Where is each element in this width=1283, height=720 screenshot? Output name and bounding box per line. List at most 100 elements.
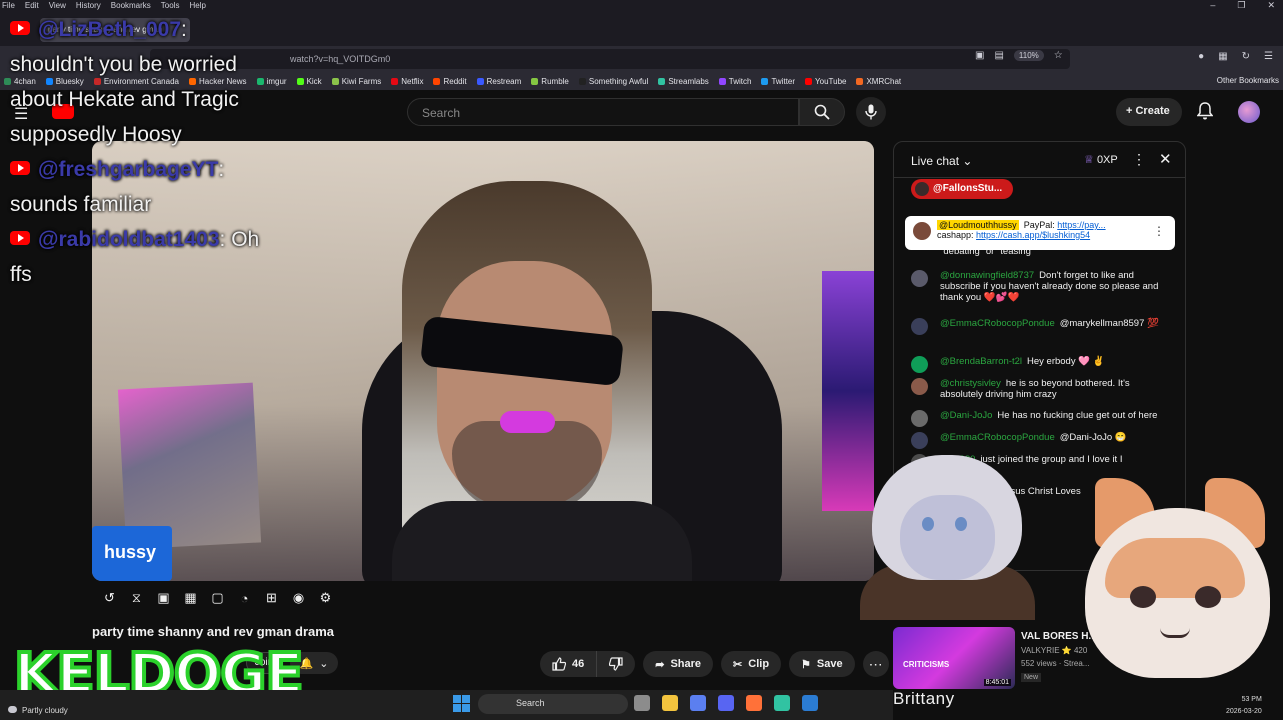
picture-in-picture-icon[interactable]: ▣ bbox=[975, 50, 984, 61]
notifications-button[interactable] bbox=[1196, 102, 1214, 125]
taskbar-search[interactable]: Search bbox=[478, 694, 628, 714]
live-chat-title[interactable]: Live chat ⌄ bbox=[911, 154, 972, 168]
reader-view-icon[interactable]: ▤ bbox=[994, 50, 1003, 61]
chat-username[interactable]: @christysivley bbox=[940, 378, 1001, 389]
restore-icon[interactable]: ❐ bbox=[1237, 0, 1245, 11]
app-menu-icon[interactable]: ☰ bbox=[1264, 51, 1273, 62]
bookmark-item[interactable]: XMRChat bbox=[856, 77, 901, 86]
save-button[interactable]: ⚑ Save bbox=[789, 651, 855, 677]
overlay-username: @freshgarbageYT bbox=[38, 158, 219, 181]
bookmark-item[interactable]: Restream bbox=[476, 76, 522, 86]
chat-avatar[interactable] bbox=[911, 410, 928, 427]
miniplayer-icon[interactable]: ▣ bbox=[154, 589, 173, 607]
system-clock[interactable]: 53 PM 2026-03-20 bbox=[1226, 694, 1262, 718]
other-bookmarks[interactable]: Other Bookmarks bbox=[1217, 76, 1279, 85]
recommended-video-card[interactable]: CRITICISMS 8:45:01 VAL BORES H... VALKYR… bbox=[893, 627, 1097, 689]
favicon-icon bbox=[761, 77, 769, 85]
sync-icon[interactable]: ↻ bbox=[1242, 51, 1250, 62]
overlay-text: supposedly Hoosy bbox=[10, 123, 182, 146]
bookmark-star-icon[interactable]: ☆ bbox=[1054, 50, 1063, 61]
copilot-icon[interactable] bbox=[690, 695, 706, 711]
chat-username[interactable]: @EmmaCRobocopPondue bbox=[940, 432, 1055, 443]
favicon-icon bbox=[856, 77, 864, 85]
like-button[interactable]: 46 bbox=[540, 651, 598, 677]
extension-icon[interactable]: ● bbox=[1198, 51, 1204, 62]
bell-icon bbox=[1196, 102, 1214, 120]
loop-icon[interactable]: ↺ bbox=[100, 589, 119, 607]
weather-widget[interactable]: Partly cloudy bbox=[8, 706, 68, 715]
chat-username[interactable]: @BrendaBarron-t2l bbox=[940, 356, 1022, 367]
menu-file[interactable]: File bbox=[2, 0, 15, 12]
audio-waves-icon[interactable]: ⧖ bbox=[127, 589, 146, 607]
close-window-icon[interactable]: ✕ bbox=[1267, 0, 1275, 11]
minimize-icon[interactable]: – bbox=[1210, 0, 1215, 11]
menu-tools[interactable]: Tools bbox=[161, 0, 180, 12]
zoom-level[interactable]: 110% bbox=[1013, 50, 1044, 61]
menu-bookmarks[interactable]: Bookmarks bbox=[111, 0, 151, 12]
bookmark-item[interactable]: YouTube bbox=[805, 77, 846, 86]
discord-icon[interactable] bbox=[718, 695, 734, 711]
menu-help[interactable]: Help bbox=[189, 0, 205, 12]
favicon-icon bbox=[805, 77, 813, 85]
bookmark-item[interactable]: Reddit bbox=[433, 77, 467, 86]
chat-username[interactable]: @EmmaCRobocopPondue bbox=[940, 318, 1055, 329]
create-button[interactable]: + Create bbox=[1116, 98, 1182, 126]
chat-username[interactable]: @donnawingfield8737 bbox=[940, 270, 1034, 281]
task-view-icon[interactable] bbox=[634, 695, 650, 711]
start-button[interactable] bbox=[453, 695, 470, 712]
firefox-icon[interactable] bbox=[746, 695, 762, 711]
bookmark-item[interactable]: Streamlabs bbox=[658, 76, 709, 86]
word-icon[interactable] bbox=[802, 695, 818, 711]
chat-avatar[interactable] bbox=[911, 318, 928, 335]
voice-search-button[interactable] bbox=[856, 97, 886, 127]
chat-username[interactable]: @Dani-JoJo bbox=[940, 410, 992, 421]
chat-avatar[interactable] bbox=[911, 378, 928, 395]
search-input[interactable]: Search bbox=[407, 98, 799, 126]
bookmark-label: Restream bbox=[486, 76, 522, 86]
youtube-icon bbox=[10, 161, 30, 175]
account-avatar[interactable] bbox=[1238, 101, 1260, 123]
bookmark-icon: ⚑ bbox=[801, 658, 811, 671]
theater-mode-icon[interactable]: ▢ bbox=[208, 589, 227, 607]
pinned-message: @Loudmouthhussy PayPal: https://pay... c… bbox=[905, 216, 1175, 250]
chat-avatar[interactable] bbox=[911, 356, 928, 373]
search-button[interactable] bbox=[799, 98, 845, 126]
bookmark-item[interactable]: Twitch bbox=[718, 77, 751, 86]
streamlabs-icon[interactable] bbox=[774, 695, 790, 711]
menu-history[interactable]: History bbox=[76, 0, 101, 12]
chat-avatar[interactable] bbox=[911, 432, 928, 449]
dislike-button[interactable] bbox=[597, 651, 636, 677]
super-chat-ticker[interactable]: @FallonsStu... bbox=[911, 179, 1013, 199]
windows-logo-icon bbox=[453, 695, 461, 703]
xp-badge[interactable]: ♕ 0XP bbox=[1084, 153, 1118, 166]
bookmark-label: Streamlabs bbox=[668, 76, 709, 86]
menu-view[interactable]: View bbox=[49, 0, 66, 12]
file-explorer-icon[interactable] bbox=[662, 695, 678, 711]
chat-more-options-icon[interactable]: ⋮ bbox=[1132, 151, 1146, 168]
screenshot-camera-icon[interactable]: ◉ bbox=[289, 589, 308, 607]
menu-edit[interactable]: Edit bbox=[25, 0, 39, 12]
overlay-chat-line: ffs bbox=[10, 257, 310, 292]
settings-gear-icon[interactable]: ⚙ bbox=[316, 589, 335, 607]
close-chat-icon[interactable]: ✕ bbox=[1159, 150, 1172, 168]
extensions-puzzle-icon[interactable]: ▦ bbox=[1218, 51, 1227, 62]
bookmark-item[interactable]: Something Awful bbox=[578, 77, 648, 86]
share-button[interactable]: ➦ Share bbox=[643, 651, 714, 677]
bookmark-item[interactable]: Twitter bbox=[761, 77, 795, 86]
bookmark-item[interactable]: Rumble bbox=[531, 77, 569, 86]
film-strip-icon[interactable]: ▦ bbox=[181, 589, 200, 607]
clip-button[interactable]: ✂ Clip bbox=[721, 651, 782, 677]
more-actions-button[interactable]: ⋯ bbox=[862, 651, 889, 677]
bookmark-item[interactable]: Netflix bbox=[391, 77, 423, 86]
chat-avatar[interactable] bbox=[911, 270, 928, 287]
pinned-cashapp-link[interactable]: https://cash.app/$lushking54 bbox=[976, 230, 1090, 240]
playback-speed-icon[interactable]: ◔ bbox=[235, 589, 254, 607]
add-frame-icon[interactable]: ⊞ bbox=[262, 589, 281, 607]
xp-value: 0XP bbox=[1096, 154, 1118, 166]
chat-message: @BrendaBarron-t2l Hey erbody 🩷 ✌️ bbox=[894, 356, 1185, 373]
thumbs-up-icon bbox=[552, 657, 566, 671]
pinned-more-icon[interactable]: ⋮ bbox=[1153, 224, 1165, 238]
pinned-paypal-link[interactable]: https://pay... bbox=[1057, 220, 1105, 230]
bookmark-item[interactable]: Kiwi Farms bbox=[331, 77, 381, 86]
weather-text: Partly cloudy bbox=[22, 706, 68, 715]
